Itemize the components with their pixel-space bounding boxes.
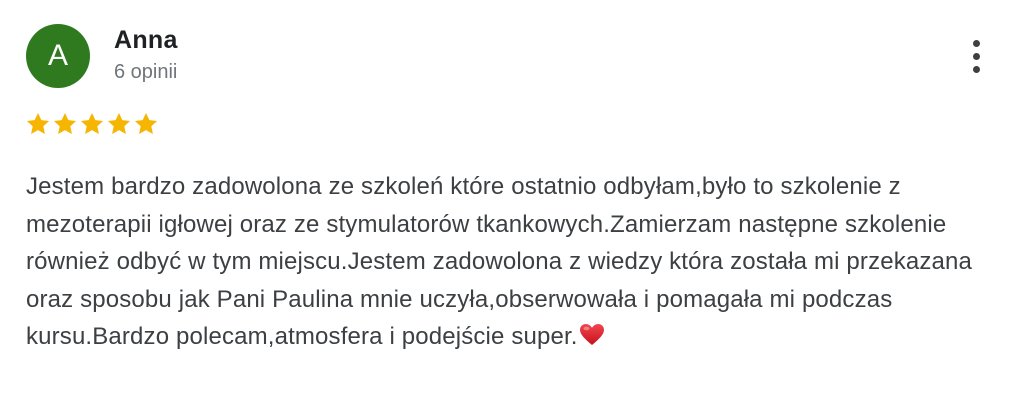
- star-icon: [80, 112, 104, 134]
- star-icon: [107, 112, 131, 134]
- more-vert-icon-dot: [972, 65, 980, 73]
- review-card: A Anna 6 opinii Jestem bardzo zadowolona…: [0, 0, 1024, 415]
- more-vert-icon: [972, 39, 980, 47]
- more-vert-icon-dot: [972, 52, 980, 60]
- author-name[interactable]: Anna: [114, 26, 178, 55]
- more-options-button[interactable]: [956, 34, 996, 78]
- avatar-letter: A: [47, 39, 68, 72]
- review-body: Jestem bardzo zadowolona ze szkoleń któr…: [26, 173, 973, 350]
- star-icon: [134, 112, 158, 134]
- red-heart-icon: [579, 324, 604, 345]
- star-rating: [25, 111, 159, 137]
- star-icon: [26, 112, 50, 134]
- review-text: Jestem bardzo zadowolona ze szkoleń któr…: [26, 168, 1011, 356]
- review-count[interactable]: 6 opinii: [114, 61, 177, 84]
- avatar[interactable]: A: [26, 24, 90, 88]
- star-icon: [53, 112, 77, 134]
